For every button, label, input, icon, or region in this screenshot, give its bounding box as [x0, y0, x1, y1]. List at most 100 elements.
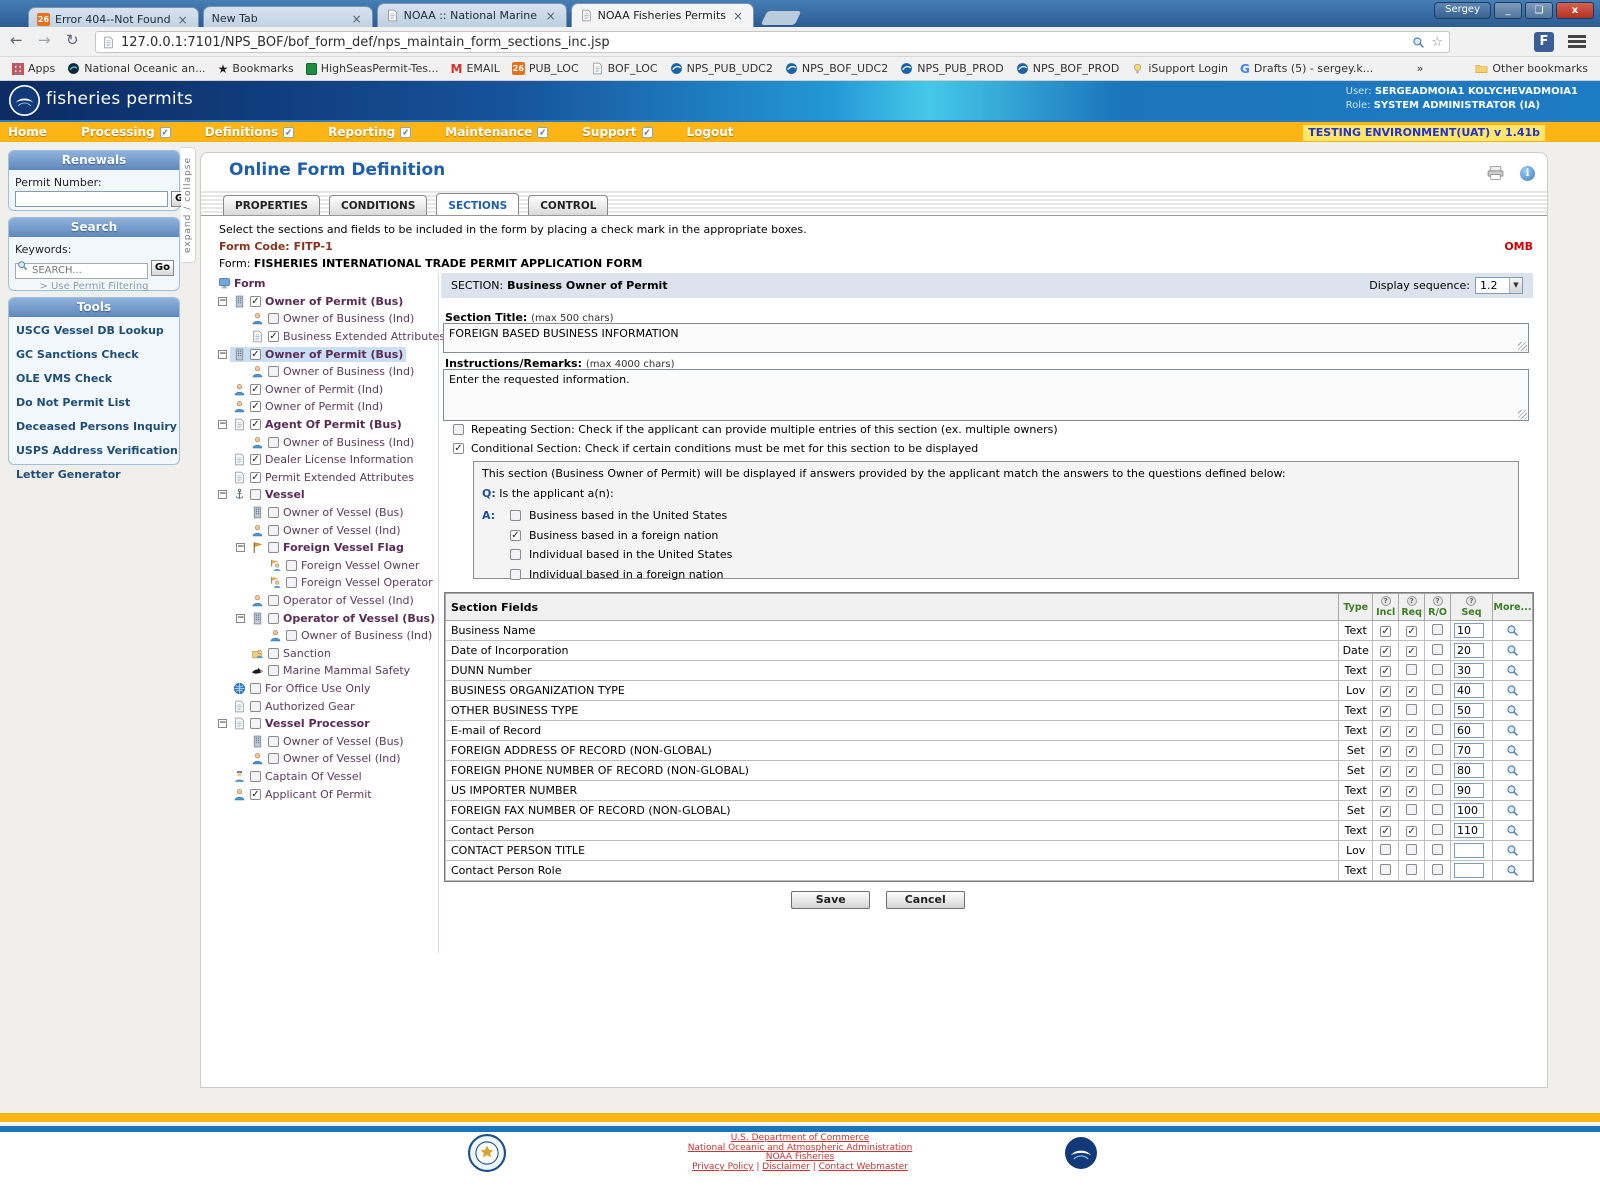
- req-checkbox[interactable]: [1406, 844, 1417, 855]
- expander-icon[interactable]: −: [236, 614, 245, 623]
- tree-node[interactable]: Owner of Business (Ind): [212, 310, 438, 328]
- tree-checkbox[interactable]: ✓: [268, 331, 279, 342]
- tree-node[interactable]: Authorized Gear: [212, 697, 438, 715]
- expander-icon[interactable]: −: [218, 297, 227, 306]
- nav-item-home[interactable]: Home: [8, 125, 47, 139]
- seq-input[interactable]: [1454, 863, 1484, 878]
- tree-node[interactable]: Operator of Vessel (Ind): [212, 592, 438, 610]
- tree-node[interactable]: Owner of Vessel (Ind): [212, 750, 438, 768]
- req-checkbox[interactable]: ✓: [1406, 766, 1417, 777]
- permit-number-input[interactable]: [15, 191, 168, 207]
- expand-collapse-tab[interactable]: expand / collapse: [181, 147, 196, 263]
- readonly-checkbox[interactable]: [1432, 724, 1443, 735]
- profile-button[interactable]: Sergey: [1434, 2, 1491, 19]
- new-tab-button[interactable]: [761, 11, 802, 25]
- readonly-checkbox[interactable]: [1432, 764, 1443, 775]
- req-checkbox[interactable]: [1406, 664, 1417, 675]
- tree-checkbox[interactable]: ✓: [250, 419, 261, 430]
- seq-input[interactable]: [1454, 723, 1484, 738]
- search-input[interactable]: [15, 263, 148, 279]
- refresh-icon[interactable]: ↻: [66, 31, 79, 49]
- seq-input[interactable]: [1454, 743, 1484, 758]
- magnifier-icon[interactable]: [1506, 804, 1519, 817]
- tab-control[interactable]: CONTROL: [528, 195, 608, 215]
- tree-node[interactable]: Sanction: [212, 644, 438, 662]
- tree-checkbox[interactable]: [268, 437, 279, 448]
- tree-node[interactable]: ✓Applicant Of Permit: [212, 785, 438, 803]
- tree-checkbox[interactable]: [268, 753, 279, 764]
- tree-checkbox[interactable]: [286, 577, 297, 588]
- expander-icon[interactable]: −: [236, 543, 245, 552]
- tree-node[interactable]: Captain Of Vessel: [212, 768, 438, 786]
- bookmark-item[interactable]: BOF_LOC: [585, 60, 664, 77]
- tree-node[interactable]: ✓Owner of Permit (Ind): [212, 381, 438, 399]
- printer-icon[interactable]: [1487, 165, 1504, 181]
- magnifier-icon[interactable]: [1506, 784, 1519, 797]
- seq-input[interactable]: [1454, 823, 1484, 838]
- req-checkbox[interactable]: [1406, 864, 1417, 875]
- tree-checkbox[interactable]: ✓: [250, 349, 261, 360]
- tree-checkbox[interactable]: ✓: [250, 384, 261, 395]
- req-checkbox[interactable]: [1406, 804, 1417, 815]
- search-go-button[interactable]: Go: [151, 260, 174, 276]
- omnibox[interactable]: 127.0.0.1:7101/NPS_BOF/bof_form_def/nps_…: [95, 31, 1450, 53]
- tree-node[interactable]: −Vessel: [212, 486, 438, 504]
- info-icon[interactable]: i: [1520, 166, 1535, 181]
- tree-checkbox[interactable]: [268, 507, 279, 518]
- help-icon[interactable]: ?: [1466, 596, 1476, 606]
- bookmark-item[interactable]: GDrafts (5) - sergey.k...: [1234, 60, 1379, 78]
- tree-checkbox[interactable]: [268, 525, 279, 536]
- tool-link[interactable]: OLE VMS Check: [16, 372, 179, 385]
- readonly-checkbox[interactable]: [1432, 744, 1443, 755]
- chevron-down-icon[interactable]: ▼: [1509, 278, 1522, 293]
- minimize-button[interactable]: _: [1494, 2, 1522, 19]
- dropdown-indicator-icon[interactable]: ✓: [160, 127, 171, 138]
- nav-item-maintenance[interactable]: Maintenance✓: [445, 125, 548, 139]
- tool-link[interactable]: GC Sanctions Check: [16, 348, 179, 361]
- bookmark-item[interactable]: NPS_PUB_UDC2: [664, 60, 779, 77]
- tree-checkbox[interactable]: [268, 366, 279, 377]
- tree-node[interactable]: Foreign Vessel Operator: [212, 574, 438, 592]
- omb-link[interactable]: OMB: [1504, 240, 1533, 253]
- bookmark-item[interactable]: National Oceanic an...: [61, 60, 211, 77]
- tree-node[interactable]: ✓Dealer License Information: [212, 451, 438, 469]
- extension-f-icon[interactable]: F: [1534, 32, 1554, 52]
- magnifier-icon[interactable]: [1506, 844, 1519, 857]
- incl-checkbox[interactable]: ✓: [1380, 786, 1391, 797]
- url-text[interactable]: 127.0.0.1:7101/NPS_BOF/bof_form_def/nps_…: [121, 35, 1406, 50]
- seq-input[interactable]: [1454, 683, 1484, 698]
- tool-link[interactable]: USPS Address Verification: [16, 444, 179, 457]
- dropdown-indicator-icon[interactable]: ✓: [283, 127, 294, 138]
- tool-link[interactable]: Deceased Persons Inquiry: [16, 420, 179, 433]
- tree-node[interactable]: ✓Business Extended Attributes: [212, 328, 438, 346]
- readonly-checkbox[interactable]: [1432, 864, 1443, 875]
- tree-node[interactable]: Foreign Vessel Owner: [212, 557, 438, 575]
- answer-checkbox[interactable]: ✓: [510, 530, 521, 541]
- tab-sections[interactable]: SECTIONS: [436, 193, 519, 215]
- readonly-checkbox[interactable]: [1432, 824, 1443, 835]
- seq-input[interactable]: [1454, 783, 1484, 798]
- tool-link[interactable]: Letter Generator: [16, 468, 179, 481]
- tree-checkbox[interactable]: [268, 736, 279, 747]
- incl-checkbox[interactable]: ✓: [1380, 626, 1391, 637]
- seq-input[interactable]: [1454, 703, 1484, 718]
- bookmark-item[interactable]: ★Bookmarks: [212, 60, 300, 78]
- tree-checkbox[interactable]: ✓: [250, 789, 261, 800]
- tree-checkbox[interactable]: [250, 489, 261, 500]
- dropdown-indicator-icon[interactable]: ✓: [400, 127, 411, 138]
- cancel-button[interactable]: Cancel: [886, 891, 965, 909]
- readonly-checkbox[interactable]: [1432, 844, 1443, 855]
- nav-item-support[interactable]: Support✓: [582, 125, 652, 139]
- nav-item-definitions[interactable]: Definitions✓: [205, 125, 294, 139]
- readonly-checkbox[interactable]: [1432, 624, 1443, 635]
- incl-checkbox[interactable]: ✓: [1380, 746, 1391, 757]
- req-checkbox[interactable]: ✓: [1406, 686, 1417, 697]
- tree-node[interactable]: ✓Owner of Permit (Ind): [212, 398, 438, 416]
- tab-conditions[interactable]: CONDITIONS: [329, 195, 427, 215]
- seq-input[interactable]: [1454, 663, 1484, 678]
- incl-checkbox[interactable]: [1380, 844, 1391, 855]
- readonly-checkbox[interactable]: [1432, 704, 1443, 715]
- seq-input[interactable]: [1454, 623, 1484, 638]
- tree-checkbox[interactable]: [268, 595, 279, 606]
- tree-node[interactable]: −✓Agent Of Permit (Bus): [212, 416, 438, 434]
